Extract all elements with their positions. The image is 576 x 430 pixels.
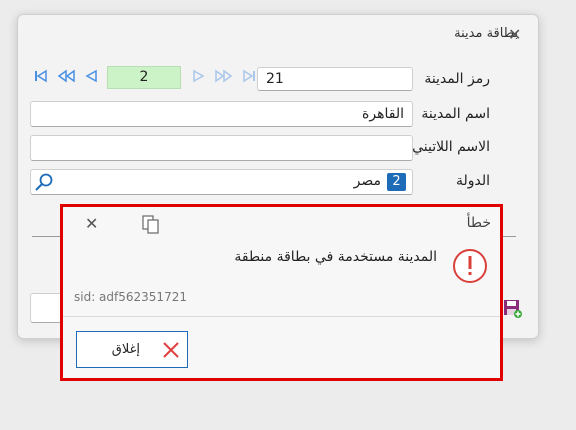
close-x-icon (162, 341, 180, 363)
save-icon[interactable] (503, 299, 523, 323)
close-button-label: إغلاق (111, 342, 140, 357)
error-dialog: خطأ ✕ المدينة مستخدمة في بطاقة منطقة sid… (60, 204, 503, 381)
city-name-value: القاهرة (362, 106, 404, 122)
error-divider (63, 316, 500, 317)
close-icon[interactable]: ✕ (85, 214, 98, 233)
city-code-label: رمز المدينة (424, 71, 490, 87)
first-record-icon[interactable] (34, 69, 48, 87)
copy-icon[interactable] (142, 215, 160, 239)
error-title: خطأ (466, 215, 491, 231)
country-name: مصر (353, 173, 381, 189)
last-record-icon[interactable] (242, 69, 256, 87)
city-code-field[interactable]: 21 (257, 67, 413, 91)
country-field[interactable]: 2 مصر (30, 169, 413, 195)
previous-record-icon[interactable] (84, 69, 98, 87)
page-number-input[interactable]: 2 (107, 66, 181, 89)
error-message: المدينة مستخدمة في بطاقة منطقة (234, 249, 437, 265)
next-record-icon[interactable] (192, 69, 206, 87)
latin-name-label: الاسم اللاتيني (412, 139, 490, 155)
next-page-icon[interactable] (214, 69, 233, 87)
latin-name-field[interactable] (30, 135, 413, 161)
country-code-badge: 2 (387, 173, 406, 191)
window-close-icon[interactable]: ✕ (508, 25, 521, 44)
city-name-field[interactable]: القاهرة (30, 101, 413, 127)
error-sid: sid: adf562351721 (74, 290, 187, 304)
previous-page-icon[interactable] (57, 69, 76, 87)
close-button[interactable]: إغلاق (76, 331, 188, 368)
country-label: الدولة (455, 173, 490, 189)
city-name-label: اسم المدينة (421, 106, 490, 122)
search-icon[interactable] (34, 172, 54, 196)
exclamation-icon (452, 248, 488, 288)
city-code-value: 21 (266, 71, 284, 87)
